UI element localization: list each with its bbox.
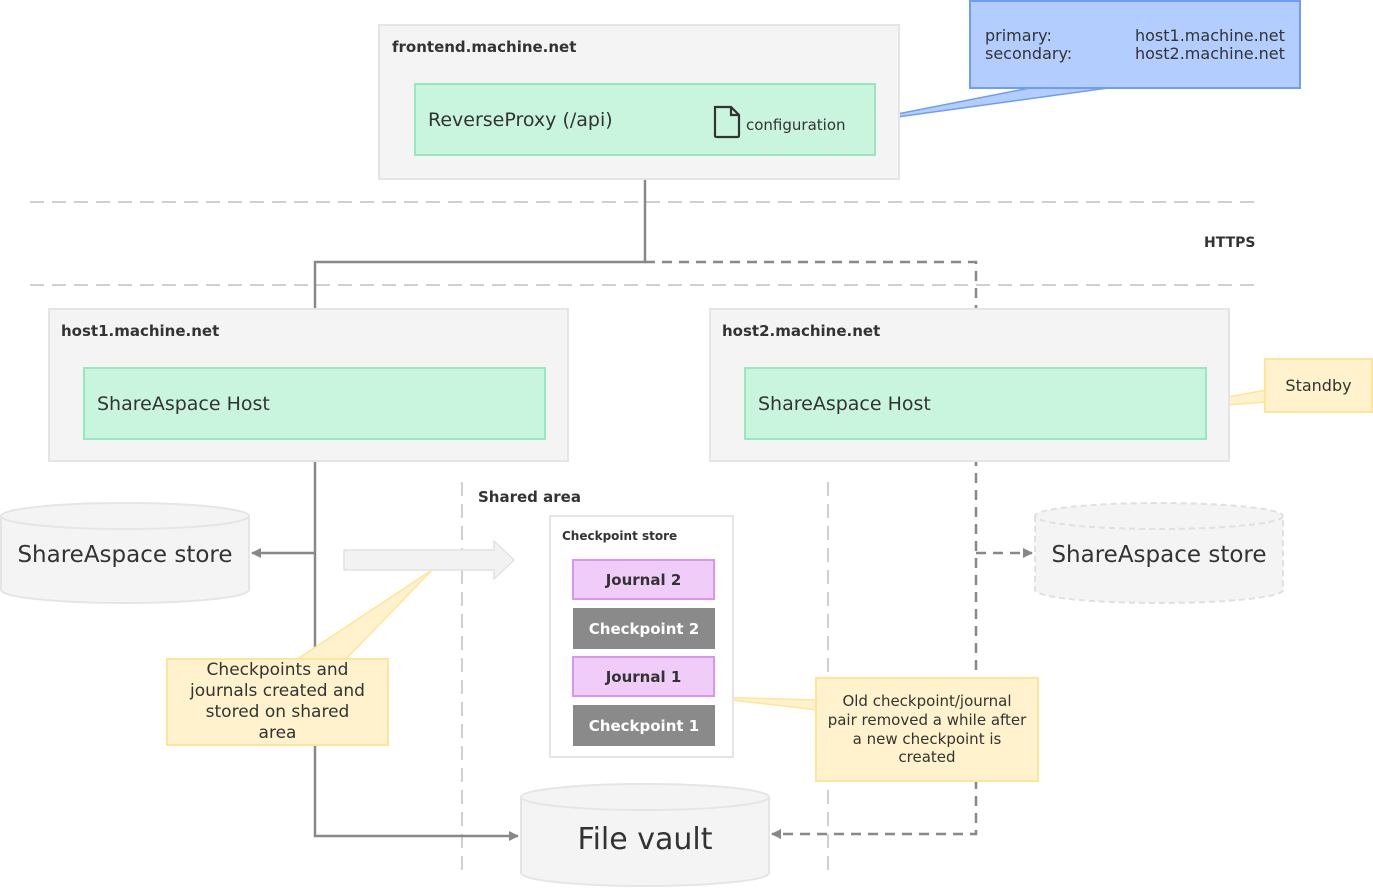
config-callout: primary: secondary: host1.machine.net ho… bbox=[969, 0, 1301, 89]
host2-service-label: ShareAspace Host bbox=[758, 392, 931, 415]
file-icon bbox=[712, 105, 742, 143]
host2-store-label: ShareAspace store bbox=[1051, 542, 1267, 568]
file-vault-label: File vault bbox=[577, 822, 713, 857]
reverse-proxy-label: ReverseProxy (/api) bbox=[428, 108, 613, 131]
config-value-primary: host1.machine.net bbox=[1135, 26, 1285, 45]
journal-1[interactable]: Journal 1 bbox=[572, 656, 715, 697]
https-label: HTTPS bbox=[1204, 235, 1256, 251]
host2-title: host2.machine.net bbox=[722, 322, 881, 340]
configuration-label: configuration bbox=[746, 116, 846, 134]
frontend-title: frontend.machine.net bbox=[392, 38, 577, 56]
journal-2-label: Journal 2 bbox=[605, 570, 682, 589]
host1-store-label: ShareAspace store bbox=[17, 542, 233, 568]
standby-callout: Standby bbox=[1264, 358, 1373, 413]
checkpoint-store-title: Checkpoint store bbox=[562, 529, 678, 543]
config-value-secondary: host2.machine.net bbox=[1135, 44, 1285, 63]
standby-text: Standby bbox=[1285, 375, 1352, 395]
reverse-proxy-node[interactable]: ReverseProxy (/api) configuration bbox=[414, 83, 876, 156]
created-callout-text: Checkpoints and journals created and sto… bbox=[190, 659, 365, 744]
shared-area-title: Shared area bbox=[478, 488, 581, 506]
host2-service-node[interactable]: ShareAspace Host bbox=[744, 367, 1207, 440]
config-key-primary: primary: bbox=[985, 26, 1052, 45]
host1-service-label: ShareAspace Host bbox=[97, 392, 270, 415]
host1-title: host1.machine.net bbox=[61, 322, 220, 340]
checkpoint-1-label: Checkpoint 1 bbox=[588, 716, 700, 735]
created-callout-pointer bbox=[293, 569, 433, 661]
journal-1-label: Journal 1 bbox=[605, 667, 682, 686]
checkpoint-2[interactable]: Checkpoint 2 bbox=[573, 608, 715, 649]
host1-service-node[interactable]: ShareAspace Host bbox=[83, 367, 546, 440]
journal-2[interactable]: Journal 2 bbox=[572, 559, 715, 600]
checkpoint-2-label: Checkpoint 2 bbox=[588, 619, 700, 638]
removed-callout-text: Old checkpoint/journal pair removed a wh… bbox=[827, 692, 1027, 767]
checkpoint-1[interactable]: Checkpoint 1 bbox=[573, 705, 715, 746]
config-key-secondary: secondary: bbox=[985, 44, 1073, 63]
removed-callout: Old checkpoint/journal pair removed a wh… bbox=[815, 677, 1039, 782]
created-callout: Checkpoints and journals created and sto… bbox=[166, 658, 389, 746]
